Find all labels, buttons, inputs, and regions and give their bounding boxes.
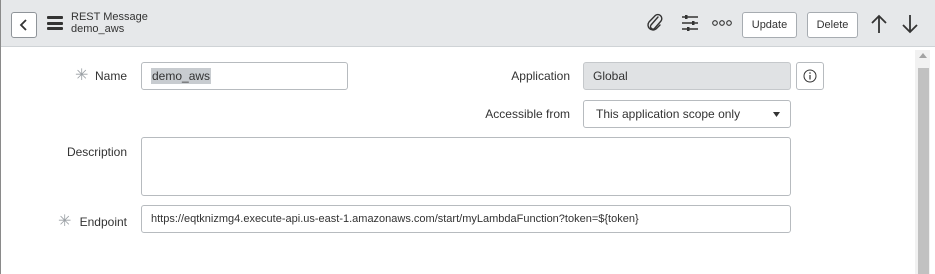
record-title: REST Message demo_aws [71, 11, 148, 35]
update-button[interactable]: Update [742, 12, 797, 38]
scrollbar-thumb[interactable] [918, 68, 929, 274]
paperclip-icon[interactable] [646, 13, 664, 33]
back-button[interactable] [11, 12, 37, 38]
form-header: REST Message demo_aws Update Delete [1, 0, 935, 47]
delete-button[interactable]: Delete [807, 12, 858, 38]
info-button[interactable] [796, 62, 824, 90]
description-label: Description [66, 145, 127, 159]
name-field[interactable]: demo_aws [141, 62, 348, 90]
more-options-icon[interactable] [712, 19, 732, 27]
arrow-down-icon[interactable] [901, 14, 919, 34]
name-label: Name [94, 69, 127, 83]
info-icon [803, 69, 817, 83]
record-name: demo_aws [71, 23, 125, 35]
endpoint-field-value: https://eqtknizmg4.execute-api.us-east-1… [151, 213, 639, 225]
scroll-up-icon[interactable] [919, 53, 927, 58]
application-field-value: Global [593, 69, 628, 83]
dropdown-arrow-icon [773, 112, 780, 117]
endpoint-required-icon: ✳ [58, 213, 72, 230]
arrow-up-icon[interactable] [870, 14, 888, 34]
application-field: Global [583, 62, 791, 90]
accessible-from-label: Accessible from [485, 107, 570, 121]
menu-icon[interactable] [47, 16, 63, 30]
application-label: Application [511, 69, 570, 83]
endpoint-label: Endpoint [79, 215, 127, 229]
name-required-icon: ✳ [75, 67, 89, 84]
accessible-from-select[interactable]: This application scope only [583, 100, 791, 128]
name-field-value: demo_aws [151, 68, 212, 84]
record-type: REST Message [71, 11, 148, 23]
endpoint-field[interactable]: https://eqtknizmg4.execute-api.us-east-1… [141, 205, 791, 233]
back-icon [19, 19, 27, 31]
accessible-from-value: This application scope only [596, 107, 741, 121]
description-field[interactable] [141, 137, 791, 196]
settings-sliders-icon[interactable] [681, 14, 699, 32]
